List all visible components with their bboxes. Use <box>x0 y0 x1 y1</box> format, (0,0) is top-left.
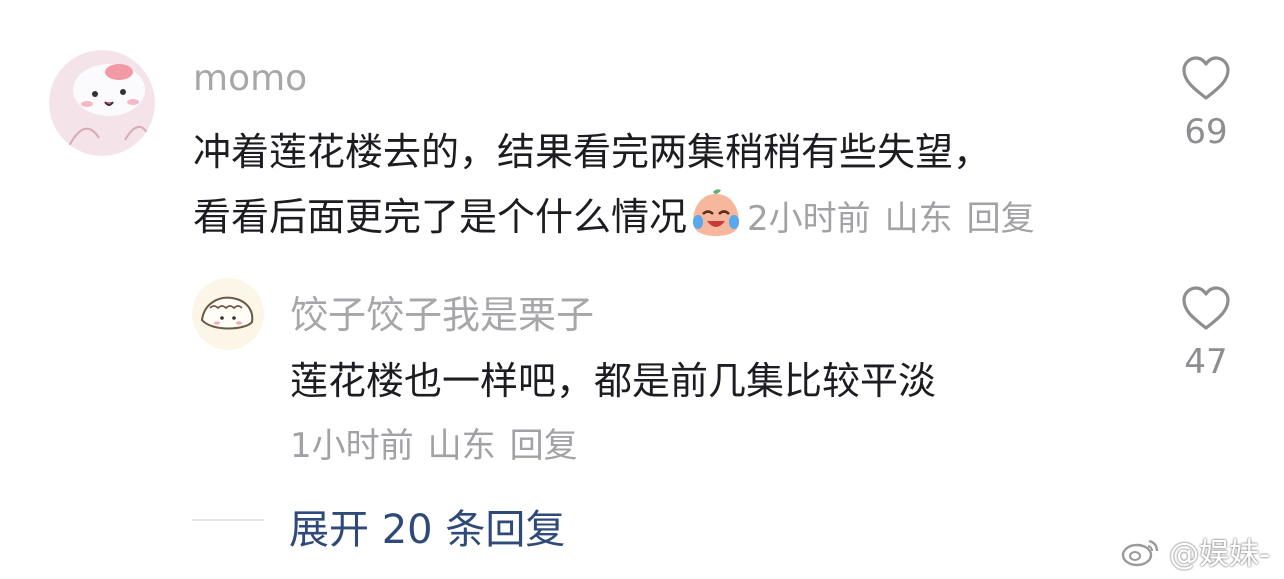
comment-location: 山东 <box>884 199 953 239</box>
reply-meta: 1小时前 山东 回复 <box>290 418 578 467</box>
expand-divider <box>192 519 264 521</box>
avatar-image <box>192 278 264 350</box>
reply-like-count: 47 <box>1184 342 1228 382</box>
avatar-jiaozi[interactable] <box>192 278 264 350</box>
comment-text-line1: 冲着莲花楼去的，结果看完两集稍稍有些失望， <box>193 130 992 174</box>
crying-laughing-emoji-icon <box>689 188 743 247</box>
reply-time: 1小时前 <box>290 426 414 466</box>
heart-icon <box>1182 56 1230 100</box>
expand-replies-button[interactable]: 展开 20 条回复 <box>289 497 565 555</box>
reply-username[interactable]: 饺子饺子我是栗子 <box>290 284 594 339</box>
comment-reply-button[interactable]: 回复 <box>967 199 1035 239</box>
reply-text: 莲花楼也一样吧，都是前几集比较平淡 <box>290 359 937 403</box>
heart-icon <box>1182 286 1230 330</box>
reply-like-button[interactable]: 47 <box>1168 284 1244 382</box>
comment-text-line2-row: 看看后面更完了是个什么情况 2小时前 山东 回复 <box>193 186 1035 247</box>
comment-like-button[interactable]: 69 <box>1168 54 1244 152</box>
watermark: @娱妹- <box>1121 529 1270 573</box>
weibo-logo-icon <box>1121 539 1159 567</box>
comment-like-count: 69 <box>1184 112 1228 152</box>
reply-reply-button[interactable]: 回复 <box>510 426 578 466</box>
comment-username[interactable]: momo <box>193 58 307 99</box>
watermark-text: @娱妹- <box>1169 537 1270 572</box>
avatar-image <box>49 50 155 156</box>
comment-time: 2小时前 <box>747 199 871 239</box>
reply-location: 山东 <box>427 426 496 466</box>
avatar-momo[interactable] <box>49 50 155 156</box>
comment-text-line2: 看看后面更完了是个什么情况 <box>193 195 688 239</box>
